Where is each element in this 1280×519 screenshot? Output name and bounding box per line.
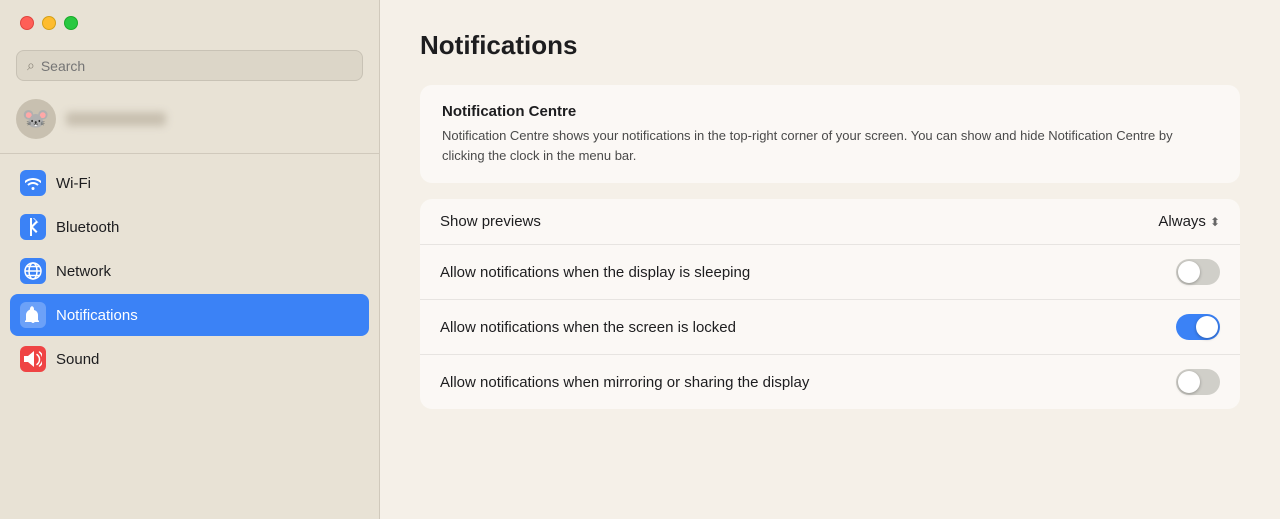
mirroring-toggle[interactable] <box>1176 369 1220 395</box>
user-row[interactable]: 🐭 <box>0 95 379 151</box>
sidebar-item-label: Wi-Fi <box>56 175 91 192</box>
mirroring-row: Allow notifications when mirroring or sh… <box>420 355 1240 409</box>
main-content: Notifications Notification Centre Notifi… <box>380 0 1280 519</box>
display-sleeping-row: Allow notifications when the display is … <box>420 245 1240 300</box>
screen-locked-label: Allow notifications when the screen is l… <box>440 319 736 336</box>
maximize-button[interactable] <box>64 16 78 30</box>
user-name <box>66 112 166 126</box>
sidebar-item-sound[interactable]: Sound <box>10 338 369 380</box>
bluetooth-icon <box>20 214 46 240</box>
notification-centre-description: Notification Centre shows your notificat… <box>442 126 1218 165</box>
sidebar-item-label: Notifications <box>56 307 138 324</box>
sidebar-item-bluetooth[interactable]: Bluetooth <box>10 206 369 248</box>
display-sleeping-toggle[interactable] <box>1176 259 1220 285</box>
mirroring-label: Allow notifications when mirroring or sh… <box>440 374 809 391</box>
show-previews-select[interactable]: Always ⬍ <box>1158 213 1220 230</box>
notification-centre-heading: Notification Centre <box>442 103 1218 120</box>
select-arrows-icon: ⬍ <box>1210 215 1220 229</box>
notification-settings-card: Show previews Always ⬍ Allow notificatio… <box>420 199 1240 409</box>
sidebar-item-network[interactable]: Network <box>10 250 369 292</box>
sidebar: ⌕ 🐭 Wi-Fi Bluet <box>0 0 380 519</box>
network-icon <box>20 258 46 284</box>
minimize-button[interactable] <box>42 16 56 30</box>
notification-centre-card: Notification Centre Notification Centre … <box>420 85 1240 183</box>
search-bar[interactable]: ⌕ <box>16 50 363 81</box>
page-title: Notifications <box>420 30 1240 61</box>
toggle-knob <box>1178 371 1200 393</box>
sidebar-item-label: Bluetooth <box>56 219 119 236</box>
show-previews-label: Show previews <box>440 213 541 230</box>
show-previews-row: Show previews Always ⬍ <box>420 199 1240 245</box>
sidebar-nav: Wi-Fi Bluetooth Network <box>0 156 379 386</box>
toggle-knob <box>1178 261 1200 283</box>
window-controls <box>0 0 379 42</box>
screen-locked-toggle[interactable] <box>1176 314 1220 340</box>
toggle-knob <box>1196 316 1218 338</box>
wifi-icon <box>20 170 46 196</box>
sidebar-item-label: Sound <box>56 351 99 368</box>
display-sleeping-label: Allow notifications when the display is … <box>440 264 750 281</box>
sidebar-item-notifications[interactable]: Notifications <box>10 294 369 336</box>
previews-value: Always <box>1158 213 1206 230</box>
sidebar-divider <box>0 153 379 154</box>
close-button[interactable] <box>20 16 34 30</box>
search-input[interactable] <box>41 58 352 74</box>
sound-icon <box>20 346 46 372</box>
avatar: 🐭 <box>16 99 56 139</box>
screen-locked-row: Allow notifications when the screen is l… <box>420 300 1240 355</box>
sidebar-item-label: Network <box>56 263 111 280</box>
notifications-icon <box>20 302 46 328</box>
sidebar-item-wifi[interactable]: Wi-Fi <box>10 162 369 204</box>
search-icon: ⌕ <box>27 57 35 74</box>
